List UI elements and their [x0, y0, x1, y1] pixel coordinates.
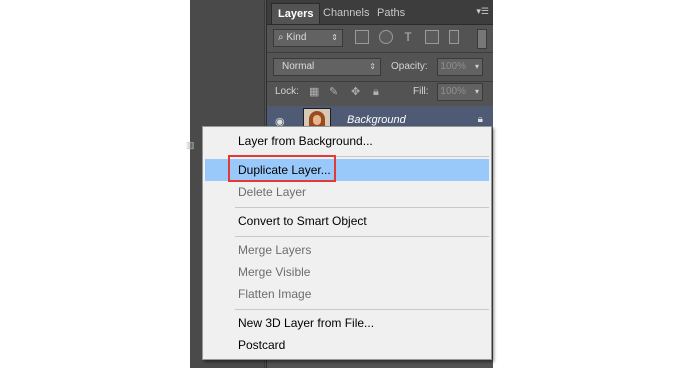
menu-separator: [235, 207, 489, 208]
filter-toggle-switch[interactable]: [477, 29, 487, 49]
opacity-value: 100%: [440, 61, 466, 72]
menu-item-merge-layers[interactable]: Merge Layers: [205, 239, 489, 261]
menu-item-postcard[interactable]: Postcard: [205, 334, 489, 356]
menu-item-convert-to-smart-object[interactable]: Convert to Smart Object: [205, 210, 489, 232]
menu-separator: [235, 156, 489, 157]
fill-value: 100%: [440, 86, 466, 97]
kind-filter-select[interactable]: ⌕ Kind ⇕: [273, 29, 343, 47]
layer-lock-icon: 🔒︎: [477, 114, 483, 125]
search-icon: ⌕: [278, 32, 284, 43]
stepper-icon: ⇕: [369, 62, 376, 71]
menu-item-delete-layer[interactable]: Delete Layer: [205, 181, 489, 203]
kind-filter-label: Kind: [286, 32, 307, 43]
menu-item-merge-visible[interactable]: Merge Visible: [205, 261, 489, 283]
chevron-down-icon: ▾: [474, 62, 479, 71]
thumbnail-face: [313, 115, 321, 125]
layer-context-menu: Layer from Background... Duplicate Layer…: [202, 126, 492, 360]
stepper-icon: ⇕: [331, 33, 338, 42]
menu-item-layer-from-background[interactable]: Layer from Background...: [205, 130, 489, 152]
panel-tab-bar: Layers Channels Paths ▾☰: [267, 0, 493, 25]
shape-filter-icon[interactable]: [425, 30, 439, 44]
menu-item-new-3d-layer-from-file[interactable]: New 3D Layer from File...: [205, 312, 489, 334]
tab-layers[interactable]: Layers: [271, 3, 321, 24]
lock-label: Lock:: [275, 86, 299, 97]
blend-mode-value: Normal: [282, 61, 315, 72]
menu-item-duplicate-layer[interactable]: Duplicate Layer...: [205, 159, 489, 181]
lock-image-pixels-icon[interactable]: ✎: [329, 85, 338, 99]
chevron-down-icon: ▾: [474, 87, 479, 96]
filter-row: ⌕ Kind ⇕ T: [267, 24, 493, 53]
menu-separator: [235, 236, 489, 237]
lock-transparent-pixels-icon[interactable]: ▦: [309, 85, 319, 99]
opacity-field[interactable]: 100% ▾: [437, 58, 483, 76]
lock-position-icon[interactable]: ✥: [351, 85, 360, 99]
layer-name[interactable]: Background: [347, 114, 406, 126]
menu-item-flatten-image[interactable]: Flatten Image: [205, 283, 489, 305]
panel-menu-icon[interactable]: ▾☰: [476, 5, 489, 17]
fill-field[interactable]: 100% ▾: [437, 83, 483, 101]
fill-label: Fill:: [413, 86, 429, 97]
pixel-filter-icon[interactable]: [355, 30, 369, 44]
tab-channels[interactable]: Channels: [317, 3, 375, 24]
adjustment-filter-icon[interactable]: [379, 30, 393, 44]
opacity-label: Opacity:: [391, 61, 428, 72]
menu-separator: [235, 309, 489, 310]
smart-object-filter-icon[interactable]: [449, 30, 459, 44]
tab-paths[interactable]: Paths: [371, 3, 411, 24]
type-filter-icon[interactable]: T: [401, 30, 415, 44]
trash-icon: ▥: [186, 140, 195, 150]
blend-mode-select[interactable]: Normal ⇕: [273, 58, 381, 76]
lock-row: Lock: ▦ ✎ ✥ 🔒︎ Fill: 100% ▾: [267, 78, 493, 107]
lock-all-icon[interactable]: 🔒︎: [373, 85, 379, 99]
